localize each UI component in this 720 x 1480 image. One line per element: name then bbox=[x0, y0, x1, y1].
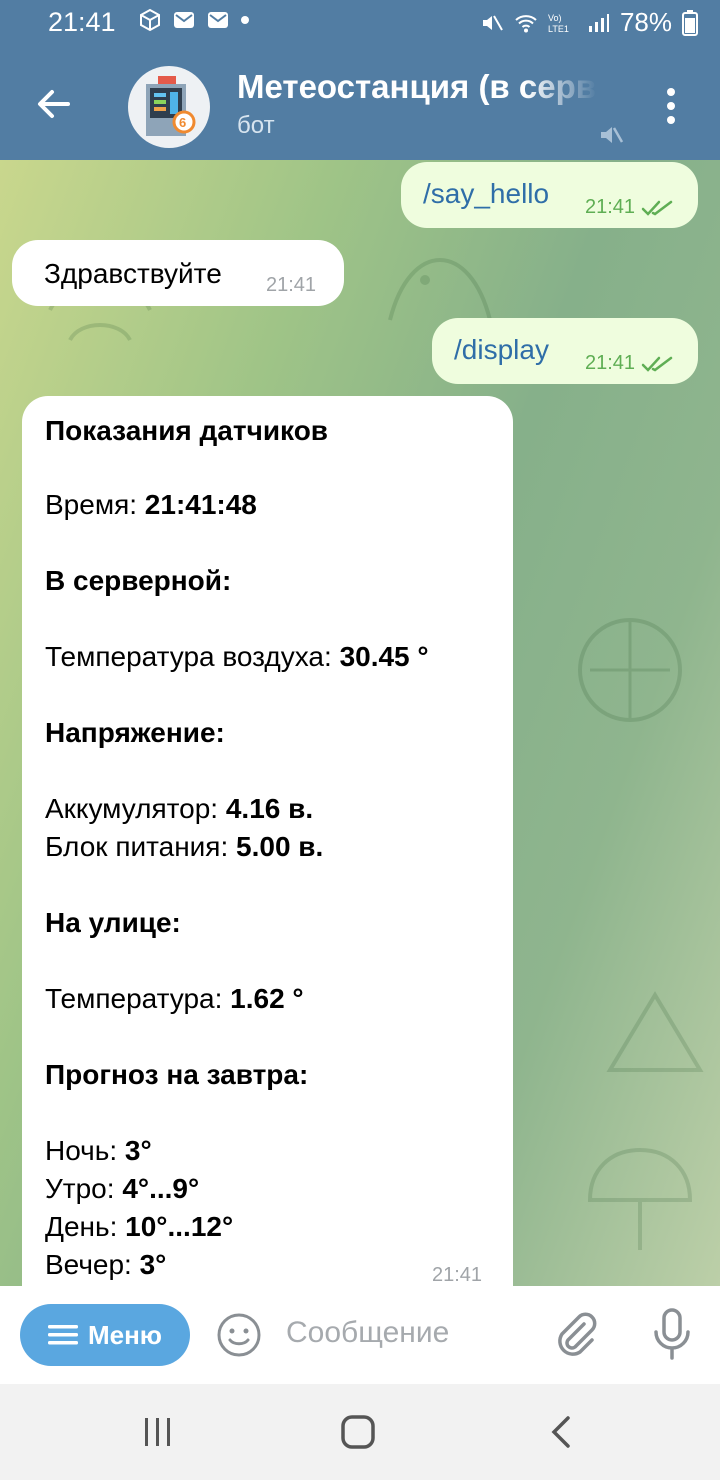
menu-button[interactable]: Меню bbox=[20, 1304, 190, 1366]
doodle-pattern bbox=[578, 618, 682, 722]
message-incoming[interactable]: Здравствуйте 21:41 bbox=[12, 240, 344, 306]
svg-text:Vo): Vo) bbox=[548, 13, 562, 23]
system-icons: Vo) LTE1 78% bbox=[480, 7, 698, 38]
report-label: День: bbox=[45, 1211, 126, 1242]
chat-subtitle: бот bbox=[237, 112, 275, 139]
message-time: 21:41 bbox=[432, 1264, 483, 1286]
message-text: /display bbox=[454, 334, 549, 365]
status-time: 21:41 bbox=[48, 7, 116, 37]
forecast-morning-line: Утро: 4°...9° bbox=[45, 1172, 199, 1206]
status-bar: 21:41 Vo) LTE1 78% bbox=[0, 0, 720, 48]
sensor-report-message[interactable]: Показания датчиков Время: 21:41:48 В сер… bbox=[22, 396, 513, 1286]
message-text: /say_hello bbox=[423, 178, 550, 209]
report-time-line: Время: 21:41:48 bbox=[45, 488, 257, 522]
report-label: Температура воздуха: bbox=[45, 641, 340, 672]
report-label: Время: bbox=[45, 489, 145, 520]
double-check-icon bbox=[641, 356, 673, 372]
report-label: Утро: bbox=[45, 1173, 123, 1204]
forecast-heading: Прогноз на завтра: bbox=[45, 1059, 309, 1090]
psu-line: Блок питания: 5.00 в. bbox=[45, 830, 323, 864]
report-value: 4°...9° bbox=[122, 1173, 200, 1204]
signal-icon bbox=[588, 13, 609, 32]
svg-text:6: 6 bbox=[179, 115, 186, 130]
report-value: 5.00 в. bbox=[236, 831, 324, 862]
back-nav-icon[interactable] bbox=[544, 1414, 580, 1450]
report-value: 4.16 в. bbox=[225, 793, 314, 824]
battery-percent: 78% bbox=[619, 7, 672, 37]
outside-heading: На улице: bbox=[45, 907, 181, 938]
forecast-evening-line: Вечер: 3° bbox=[45, 1248, 166, 1282]
message-meta: 21:41 bbox=[266, 274, 316, 297]
notification-icons bbox=[138, 8, 250, 32]
menu-button-label: Меню bbox=[87, 1319, 163, 1350]
attach-icon[interactable] bbox=[552, 1310, 600, 1358]
doodle-pattern bbox=[606, 991, 704, 1072]
double-check-icon bbox=[641, 200, 673, 216]
server-heading: В серверной: bbox=[45, 565, 232, 596]
bot-avatar[interactable]: 6 bbox=[128, 66, 210, 148]
report-value: 1.62 ° bbox=[230, 983, 304, 1014]
mute-icon bbox=[482, 15, 503, 30]
report-heading: Показания датчиков bbox=[45, 415, 329, 446]
message-input-bar: Меню Сообщение bbox=[0, 1286, 720, 1384]
message-time: 21:41 bbox=[585, 196, 636, 218]
report-value: 10°...12° bbox=[125, 1211, 234, 1242]
muted-speaker-icon bbox=[601, 127, 624, 143]
volte-icon: Vo)LTE1 bbox=[548, 13, 569, 34]
battery-line: Аккумулятор: 4.16 в. bbox=[45, 792, 313, 826]
wifi-icon bbox=[515, 14, 537, 32]
report-value: 3° bbox=[139, 1249, 167, 1280]
report-label: Блок питания: bbox=[45, 831, 237, 862]
emoji-icon[interactable] bbox=[216, 1312, 262, 1358]
message-time: 21:41 bbox=[266, 274, 317, 296]
menu-icon bbox=[47, 1325, 78, 1345]
message-meta: 21:41 bbox=[585, 196, 675, 219]
package-icon bbox=[140, 8, 160, 32]
recent-apps-icon[interactable] bbox=[140, 1414, 176, 1450]
home-icon[interactable] bbox=[340, 1414, 376, 1450]
message-outgoing[interactable]: /display 21:41 bbox=[432, 318, 698, 384]
system-nav-bar bbox=[0, 1384, 720, 1480]
mic-icon[interactable] bbox=[650, 1308, 694, 1360]
chat-area[interactable]: /say_hello 21:41 Здравствуйте 21:41 /dis… bbox=[0, 160, 720, 1286]
dot-icon bbox=[241, 16, 249, 24]
weather-station-icon: 6 bbox=[146, 76, 196, 136]
chat-header: 6 Метеостанция (в серверной) бот bbox=[0, 48, 720, 160]
battery-icon bbox=[682, 9, 698, 36]
message-meta: 21:41 bbox=[585, 352, 675, 375]
forecast-night-line: Ночь: 3° bbox=[45, 1134, 152, 1168]
outside-temp-line: Температура: 1.62 ° bbox=[45, 982, 304, 1016]
report-label: Ночь: bbox=[45, 1135, 125, 1166]
report-label: Температура: bbox=[45, 983, 231, 1014]
report-label: Аккумулятор: bbox=[45, 793, 226, 824]
air-temp-line: Температура воздуха: 30.45 ° bbox=[45, 640, 429, 674]
report-value: 21:41:48 bbox=[144, 489, 257, 520]
report-value: 3° bbox=[124, 1135, 152, 1166]
message-outgoing[interactable]: /say_hello 21:41 bbox=[401, 162, 698, 228]
doodle-pattern bbox=[587, 1147, 693, 1250]
message-text: Здравствуйте bbox=[44, 258, 222, 289]
svg-text:LTE1: LTE1 bbox=[548, 24, 569, 34]
more-vertical-icon[interactable] bbox=[664, 86, 678, 126]
message-time: 21:41 bbox=[585, 352, 636, 374]
message-input[interactable]: Сообщение bbox=[286, 1316, 449, 1350]
mail-icon bbox=[174, 12, 194, 28]
report-value: 30.45 ° bbox=[339, 641, 429, 672]
back-arrow-icon[interactable] bbox=[34, 84, 74, 124]
forecast-day-line: День: 10°...12° bbox=[45, 1210, 233, 1244]
voltage-heading: Напряжение: bbox=[45, 717, 225, 748]
chat-title: Метеостанция (в серверной) bbox=[237, 68, 597, 105]
report-label: Вечер: bbox=[45, 1249, 140, 1280]
mail-icon bbox=[208, 12, 228, 28]
